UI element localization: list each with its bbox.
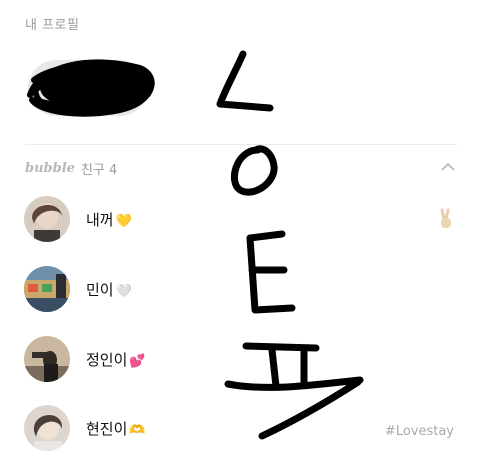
two-hearts-icon: 💕 [129, 353, 146, 369]
friend-status-message: #Lovestay [384, 424, 454, 439]
white-heart-icon: 🤍 [115, 283, 132, 299]
friend-item[interactable]: 내꺼 💛 [24, 194, 464, 244]
profile-censor-scribble [27, 59, 155, 117]
chevron-up-icon[interactable] [440, 160, 456, 174]
friend-name: 민이 [86, 280, 114, 299]
my-profile-label: 내 프로필 [25, 18, 80, 33]
letter-l-stroke [216, 50, 274, 112]
yellow-heart-icon: 💛 [115, 213, 132, 229]
letter-o-stroke [230, 145, 278, 196]
friend-name: 내꺼 [86, 210, 114, 229]
friend-item[interactable]: 정인이 💕 [24, 334, 464, 384]
avatar [24, 266, 70, 312]
bubble-logo: bubble [25, 160, 75, 176]
avatar [24, 336, 70, 382]
heart-hands-icon: 🫶 [129, 422, 146, 438]
peace-hand-icon [440, 208, 451, 228]
section-divider [25, 144, 457, 145]
friend-item[interactable]: 민이 🤍 [24, 264, 464, 314]
friend-name: 정인이 [86, 350, 128, 369]
friends-section-header: bubble 친구 4 [25, 158, 117, 178]
avatar [24, 405, 70, 451]
avatar [24, 196, 70, 242]
friends-count-label: 친구 4 [80, 162, 118, 178]
friend-name: 현진이 [86, 419, 128, 438]
